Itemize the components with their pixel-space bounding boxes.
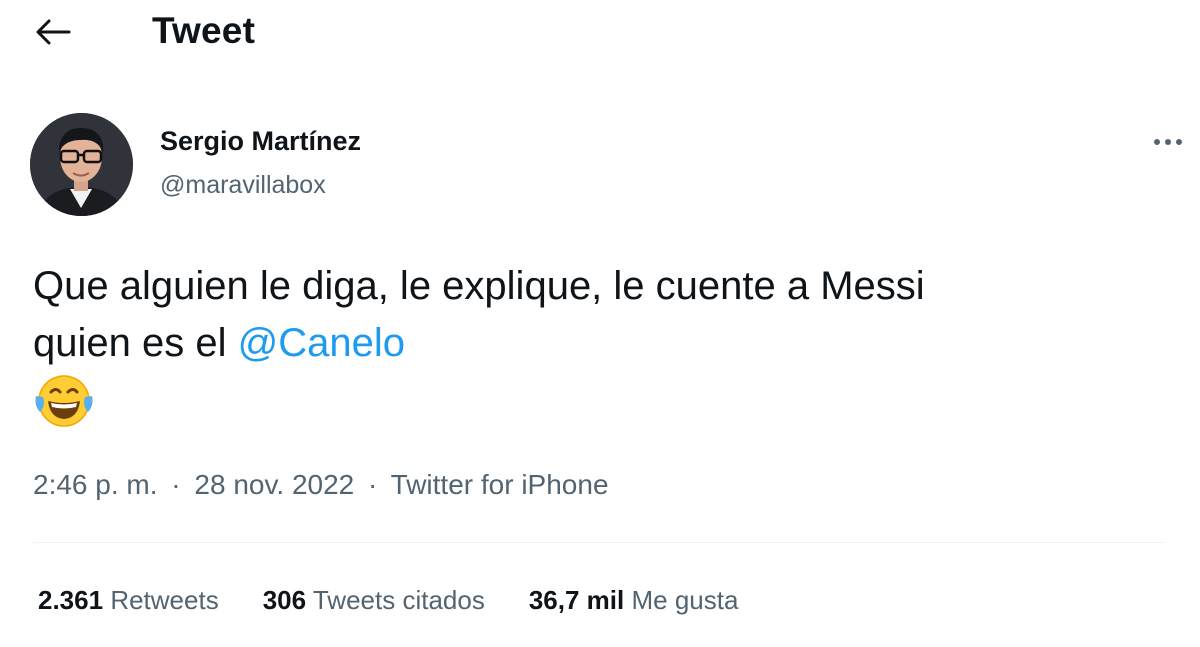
retweets-count: 2.361 — [38, 585, 104, 615]
more-options-button[interactable] — [1148, 128, 1188, 156]
tweet-metadata: 2:46 p. m. · 28 nov. 2022 · Twitter for … — [33, 469, 609, 501]
likes-label: Me gusta — [631, 585, 739, 615]
quote-tweets-stat[interactable]: 306 Tweets citados — [263, 585, 485, 616]
quote-tweets-count: 306 — [262, 585, 307, 615]
mention-link[interactable]: @Canelo — [238, 321, 405, 365]
face-with-tears-of-joy-icon: 😂 — [35, 375, 93, 427]
tweet-date: 28 nov. 2022 — [194, 469, 355, 500]
tweet-text-segment: quien es el — [33, 321, 238, 365]
avatar[interactable] — [30, 113, 133, 216]
retweets-stat[interactable]: 2.361 Retweets — [38, 585, 219, 616]
author-name[interactable]: Sergio Martínez — [160, 126, 361, 157]
engagement-stats: 2.361 Retweets 306 Tweets citados 36,7 m… — [38, 585, 782, 616]
metadata-separator: · — [368, 469, 378, 500]
likes-count: 36,7 mil — [528, 585, 625, 615]
metadata-separator: · — [171, 469, 181, 500]
back-button[interactable] — [30, 12, 76, 52]
arrow-left-icon — [36, 19, 71, 45]
author-handle[interactable]: @maravillabox — [160, 171, 326, 200]
avatar-portrait — [30, 113, 133, 216]
likes-stat[interactable]: 36,7 mil Me gusta — [529, 585, 739, 616]
tweet-source-link[interactable]: Twitter for iPhone — [391, 469, 609, 500]
quote-tweets-label: Tweets citados — [312, 585, 485, 615]
tweet-text-line: quien es el @Canelo — [33, 315, 1153, 372]
tweet-text-line: Que alguien le diga, le explique, le cue… — [33, 264, 925, 308]
more-horizontal-icon — [1154, 139, 1182, 145]
tweet-text: Que alguien le diga, le explique, le cue… — [33, 258, 1153, 372]
tweet-time: 2:46 p. m. — [33, 469, 158, 500]
page-title: Tweet — [152, 10, 256, 51]
divider — [33, 542, 1165, 543]
top-bar: Tweet — [0, 0, 1200, 70]
retweets-label: Retweets — [110, 585, 219, 615]
